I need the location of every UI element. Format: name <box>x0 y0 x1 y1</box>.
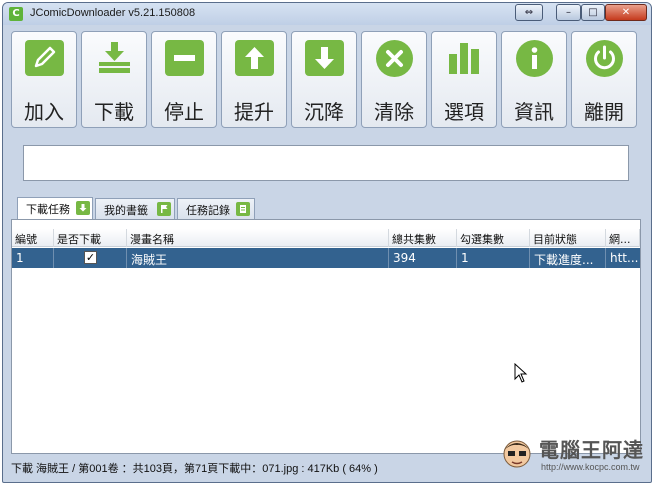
column-header-status[interactable]: 目前狀態 <box>530 229 606 247</box>
exit-button-label: 離開 <box>584 100 624 124</box>
add-button-label: 加入 <box>24 100 64 124</box>
list-tab-icon <box>236 202 250 216</box>
cell-download: ✓ <box>54 248 127 268</box>
arrow-up-icon <box>235 40 274 76</box>
title-bar[interactable]: C JComicDownloader v5.21.150808 ⇔ – □ ✕ <box>3 3 651 25</box>
table-header: 編號 是否下載 漫畫名稱 總共集數 勾選集數 目前狀態 網... <box>12 229 640 247</box>
tab-task-history-label: 任務記錄 <box>186 204 230 217</box>
download-button-label: 下載 <box>94 100 134 124</box>
bar-chart-icon <box>445 40 484 76</box>
minus-icon <box>165 40 204 76</box>
watermark-logo: 電腦王阿達 http://www.kocpc.com.tw <box>497 432 647 476</box>
column-header-url[interactable]: 網... <box>606 229 640 247</box>
column-header-selected-episodes[interactable]: 勾選集數 <box>457 229 530 247</box>
info-button[interactable]: 資訊 <box>501 31 567 128</box>
stop-button-label: 停止 <box>164 100 204 124</box>
column-header-id[interactable]: 編號 <box>12 229 54 247</box>
cell-total-episodes: 394 <box>389 248 457 268</box>
cell-selected-episodes: 1 <box>457 248 530 268</box>
watermark-url: http://www.kocpc.com.tw <box>541 462 640 472</box>
stop-button[interactable]: 停止 <box>151 31 217 128</box>
table-row[interactable]: 1 ✓ 海賊王 394 1 下載進度... htt... <box>12 248 640 268</box>
close-button[interactable]: ✕ <box>605 4 647 21</box>
tab-download-tasks[interactable]: 下載任務 <box>17 197 93 220</box>
download-checkbox[interactable]: ✓ <box>84 251 97 264</box>
watermark-title: 電腦王阿達 <box>539 438 644 462</box>
maximize-button[interactable]: □ <box>581 4 605 21</box>
cell-id: 1 <box>12 248 54 268</box>
info-icon <box>516 40 553 77</box>
x-circle-icon <box>376 40 413 77</box>
clear-button-label: 清除 <box>374 100 414 124</box>
exit-button[interactable]: 離開 <box>571 31 637 128</box>
status-text: 下載 海賊王 / 第001卷 ：共103頁，第71頁下載中：071.jpg : … <box>11 463 378 475</box>
arrow-down-icon <box>305 40 344 76</box>
app-window: C JComicDownloader v5.21.150808 ⇔ – □ ✕ … <box>2 2 652 483</box>
move-up-button[interactable]: 提升 <box>221 31 287 128</box>
task-table[interactable]: 編號 是否下載 漫畫名稱 總共集數 勾選集數 目前狀態 網... 1 ✓ 海賊王… <box>11 219 641 454</box>
app-icon: C <box>9 7 23 21</box>
add-button[interactable]: 加入 <box>11 31 77 128</box>
options-button-label: 選項 <box>444 100 484 124</box>
tab-bookmarks[interactable]: 我的書籤 <box>95 198 175 219</box>
flag-tab-icon <box>157 202 171 216</box>
power-icon <box>586 40 623 77</box>
minimize-button[interactable]: – <box>556 4 581 21</box>
url-input[interactable] <box>23 145 629 181</box>
cell-comic-name: 海賊王 <box>127 248 389 268</box>
tab-download-tasks-label: 下載任務 <box>26 203 70 216</box>
tab-bookmarks-label: 我的書籤 <box>104 204 148 217</box>
download-tab-icon <box>76 201 90 215</box>
pencil-icon <box>25 40 64 76</box>
column-header-total-episodes[interactable]: 總共集數 <box>389 229 457 247</box>
resize-button[interactable]: ⇔ <box>515 4 543 21</box>
clear-button[interactable]: 清除 <box>361 31 427 128</box>
move-down-button-label: 沉降 <box>304 100 344 124</box>
column-header-comic-name[interactable]: 漫畫名稱 <box>127 229 389 247</box>
move-up-button-label: 提升 <box>234 100 274 124</box>
column-header-download[interactable]: 是否下載 <box>54 229 127 247</box>
cell-url: htt... <box>610 251 639 265</box>
move-down-button[interactable]: 沉降 <box>291 31 357 128</box>
tab-task-history[interactable]: 任務記錄 <box>177 198 255 219</box>
download-icon <box>95 40 134 76</box>
window-title: JComicDownloader v5.21.150808 <box>30 7 196 19</box>
mascot-icon <box>503 440 531 468</box>
mouse-cursor-icon <box>514 363 528 383</box>
cell-status: 下載進度... <box>530 248 606 268</box>
options-button[interactable]: 選項 <box>431 31 497 128</box>
download-button[interactable]: 下載 <box>81 31 147 128</box>
info-button-label: 資訊 <box>514 100 554 124</box>
